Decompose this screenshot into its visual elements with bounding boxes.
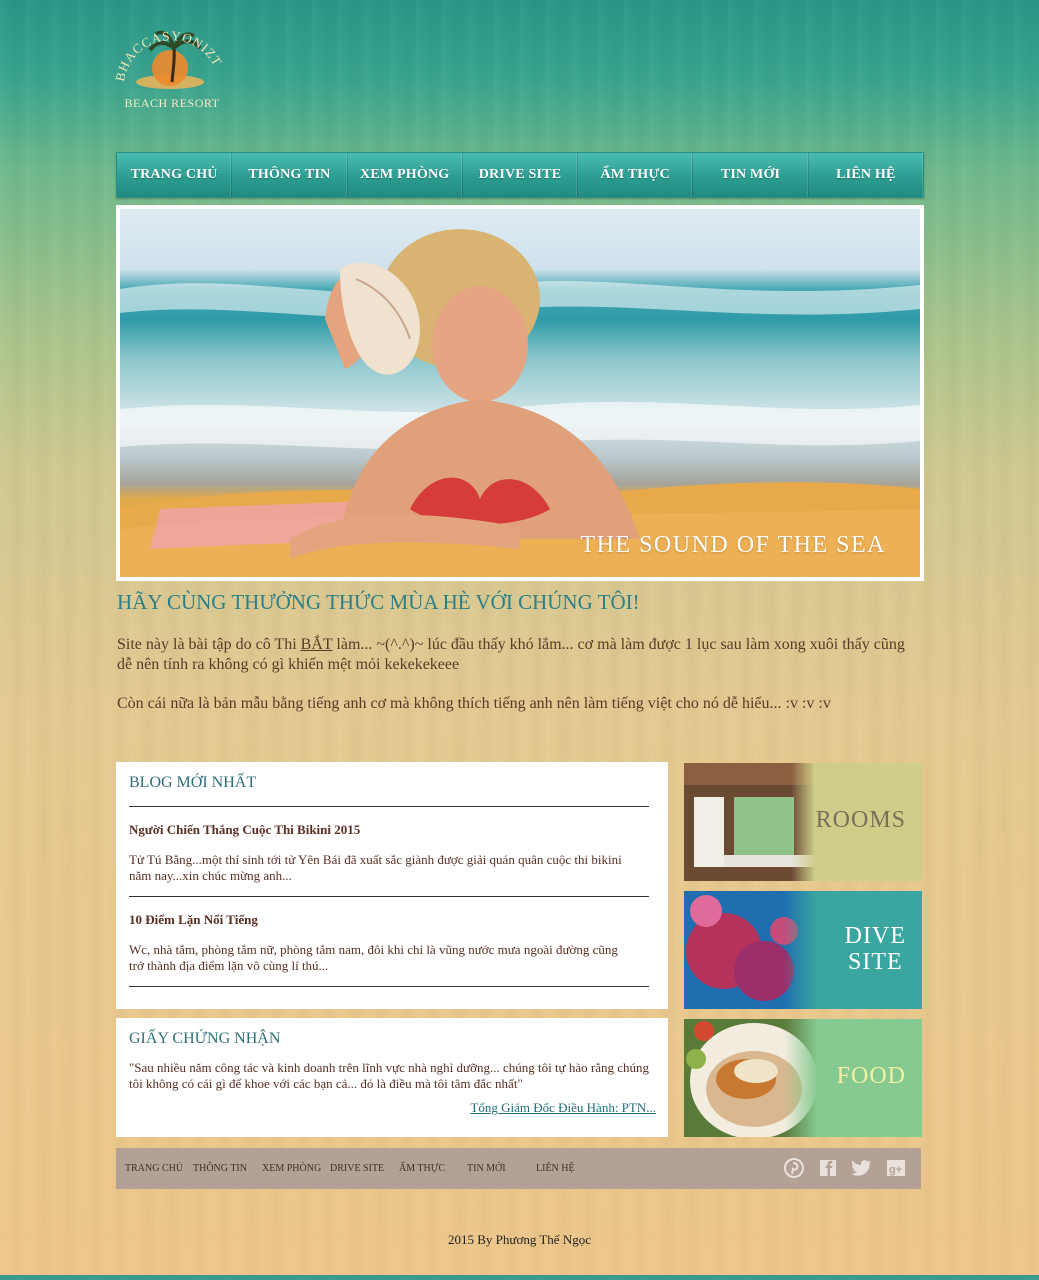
footer-link-am-thuc[interactable]: ẨM THỰC <box>399 1163 445 1174</box>
hero-banner: THE SOUND OF THE SEA <box>116 205 924 581</box>
bat-link[interactable]: BẮT <box>301 636 333 653</box>
svg-text:g+: g+ <box>889 1164 902 1176</box>
rooms-label: ROOMS <box>815 807 906 833</box>
divider <box>129 806 649 807</box>
nav-item-trang-chu[interactable]: TRANG CHỦ <box>117 153 233 197</box>
footer-link-trang-chu[interactable]: TRANG CHỦ <box>125 1163 183 1174</box>
footer-link-xem-phong[interactable]: XEM PHÒNG <box>262 1163 321 1174</box>
footer-link-thong-tin[interactable]: THÔNG TIN <box>193 1163 247 1174</box>
google-plus-icon[interactable]: g+ <box>885 1158 907 1178</box>
footer-nav: TRANG CHỦ THÔNG TIN XEM PHÒNG DRIVE SITE… <box>116 1148 921 1189</box>
footer-link-lien-he[interactable]: LIÊN HỆ <box>536 1163 575 1174</box>
certificate-panel: GIẤY CHỨNG NHẬN "Sau nhiều năm công tác … <box>116 1018 668 1137</box>
dive-site-tile[interactable]: DIVE SITE <box>684 891 922 1009</box>
blog-title: BLOG MỚI NHẤT <box>129 774 257 791</box>
divider <box>129 986 649 987</box>
blog-post-excerpt: Wc, nhà tắm, phòng tắm nữ, phòng tắm nam… <box>129 942 618 973</box>
blog-panel: BLOG MỚI NHẤT Người Chiến Thắng Cuộc Thi… <box>116 762 668 1009</box>
blog-post-title[interactable]: 10 Điểm Lặn Nổi Tiếng <box>129 912 648 928</box>
food-tile[interactable]: FOOD <box>684 1019 922 1137</box>
intro-text: Site này là bài tập do cô Thi <box>117 636 301 653</box>
nav-item-tin-moi[interactable]: TIN MỚI <box>693 153 809 197</box>
certificate-signature-link[interactable]: Tổng Giám Đốc Điều Hành: PTN... <box>129 1100 656 1116</box>
nav-item-thong-tin[interactable]: THÔNG TIN <box>232 153 348 197</box>
nav-item-drive-site[interactable]: DRIVE SITE <box>463 153 579 197</box>
pinterest-icon[interactable] <box>783 1158 805 1178</box>
palm-logo-graphic: BHACCASYONIZTAS <box>112 20 224 89</box>
social-icons: g+ <box>783 1158 907 1178</box>
blog-post-title[interactable]: Người Chiến Thắng Cuộc Thi Bikini 2015 <box>129 822 648 838</box>
intro-paragraph-2: Còn cái nữa là bản mẫu bằng tiếng anh cơ… <box>117 695 831 712</box>
footer-link-tin-moi[interactable]: TIN MỚI <box>467 1163 506 1174</box>
dive-site-label: DIVE SITE <box>845 923 906 975</box>
hero-caption: THE SOUND OF THE SEA <box>580 532 886 558</box>
resort-logo[interactable]: BHACCASYONIZTAS BEACH RESORT <box>112 20 227 115</box>
nav-item-am-thuc[interactable]: ẨM THỰC <box>578 153 694 197</box>
logo-subtitle: BEACH RESORT <box>124 96 220 110</box>
hero-image: THE SOUND OF THE SEA <box>120 209 920 577</box>
intro-title: HÃY CÙNG THƯỞNG THỨC MÙA HÈ VỚI CHÚNG TÔ… <box>117 590 640 614</box>
dive-label-line1: DIVE <box>844 923 906 949</box>
intro-paragraph-1: Site này là bài tập do cô Thi BẮT làm...… <box>117 635 917 675</box>
facebook-icon[interactable] <box>817 1158 839 1178</box>
nav-item-lien-he[interactable]: LIÊN HỆ <box>809 153 923 197</box>
blog-post-excerpt: Tử Tú Bằng...một thí sinh tới tử Yên Bái… <box>129 852 622 883</box>
certificate-title: GIẤY CHỨNG NHẬN <box>129 1030 281 1047</box>
bottom-strip <box>0 1275 1039 1280</box>
certificate-quote: "Sau nhiều năm công tác và kinh doanh tr… <box>129 1060 649 1091</box>
divider <box>129 896 649 897</box>
footer-link-drive-site[interactable]: DRIVE SITE <box>330 1163 384 1174</box>
food-label: FOOD <box>836 1063 906 1089</box>
beach-woman-illustration <box>120 229 920 577</box>
main-nav: TRANG CHỦ THÔNG TIN XEM PHÒNG DRIVE SITE… <box>116 152 924 198</box>
rooms-tile[interactable]: ROOMS <box>684 763 922 881</box>
copyright: 2015 By Phương Thế Ngọc <box>448 1232 591 1247</box>
nav-item-xem-phong[interactable]: XEM PHÒNG <box>348 153 463 197</box>
dive-label-line2: SITE <box>848 949 903 975</box>
twitter-icon[interactable] <box>851 1158 873 1178</box>
